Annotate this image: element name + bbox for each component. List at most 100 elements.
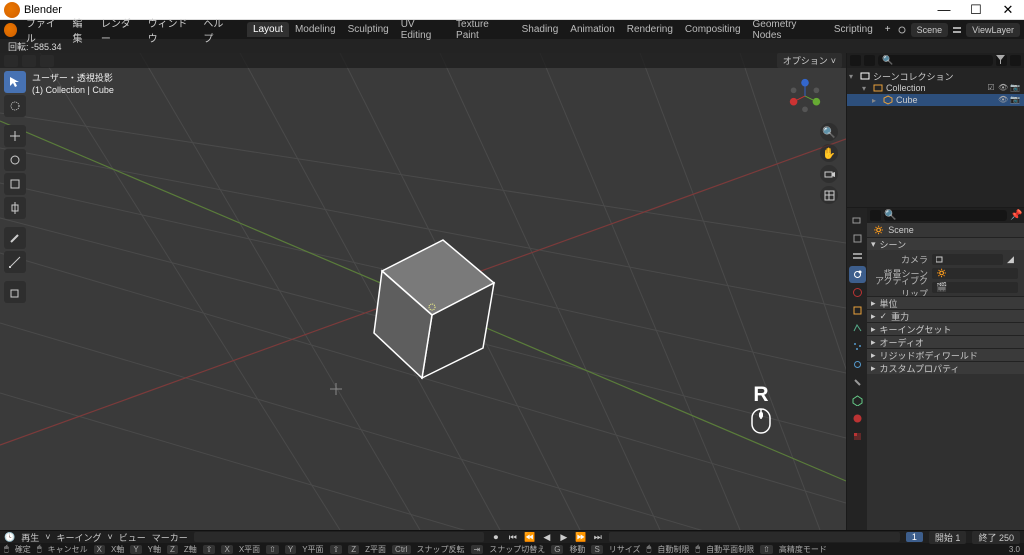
properties-panel: 🔍 📌 🔅 Scene ▾シーン カメラ◢ 背景シーン🔅 アクティブクリップ🎬 …: [847, 208, 1024, 530]
outliner-scene-collection[interactable]: ▾ シーンコレクション: [847, 70, 1024, 82]
panel-scene-header[interactable]: ▾シーン: [867, 237, 1024, 250]
outliner-search[interactable]: 🔍: [878, 55, 993, 66]
mouse-icon: [750, 407, 772, 435]
add-workspace-button[interactable]: +: [879, 24, 897, 35]
tool-annotate[interactable]: [4, 227, 26, 249]
rotation-value: 回転: -585.34: [8, 40, 62, 53]
outliner-collection[interactable]: ▾ Collection ☑👁📷: [847, 82, 1024, 94]
properties-search[interactable]: 🔍: [884, 210, 1007, 221]
panel-units-header[interactable]: ▸単位: [867, 296, 1024, 309]
play-button[interactable]: ▶: [558, 532, 569, 543]
tool-measure[interactable]: [4, 251, 26, 273]
viewport-nav-buttons: 🔍 ✋: [820, 123, 838, 204]
pan-button[interactable]: ✋: [820, 144, 838, 162]
panel-custom-header[interactable]: ▸カスタムプロパティ: [867, 361, 1024, 374]
workspace-tab-uv[interactable]: UV Editing: [395, 17, 450, 43]
scene-selector[interactable]: Scene: [911, 23, 949, 37]
current-frame[interactable]: 1: [906, 532, 923, 542]
menu-help[interactable]: ヘルプ: [198, 15, 236, 45]
camera-view-button[interactable]: [820, 165, 838, 183]
nav-gizmo[interactable]: [786, 77, 824, 115]
tool-select-box[interactable]: [4, 71, 26, 93]
timeline-editor-icon[interactable]: 🕓: [4, 532, 15, 543]
prop-tab-particle[interactable]: [849, 338, 866, 355]
prop-tab-render[interactable]: [849, 212, 866, 229]
prop-tab-material[interactable]: [849, 410, 866, 427]
play-reverse-button[interactable]: ◀: [541, 532, 552, 543]
prop-tab-texture[interactable]: [849, 428, 866, 445]
workspace-tab-modeling[interactable]: Modeling: [289, 22, 342, 37]
properties-editor-icon[interactable]: [870, 210, 881, 221]
tool-transform[interactable]: [4, 197, 26, 219]
panel-audio-header[interactable]: ▸オーディオ: [867, 335, 1024, 348]
zoom-button[interactable]: 🔍: [820, 123, 838, 141]
bg-scene-field[interactable]: 🔅: [932, 268, 1018, 279]
jump-end-button[interactable]: ⏭: [592, 532, 603, 543]
next-key-button[interactable]: ⏩: [575, 532, 586, 543]
properties-tab-column: [847, 208, 867, 530]
shading-icon[interactable]: [40, 55, 54, 67]
tool-cursor[interactable]: [4, 95, 26, 117]
properties-breadcrumb: 🔅 Scene: [867, 223, 1024, 237]
workspace-tab-geonodes[interactable]: Geometry Nodes: [747, 17, 828, 43]
tool-add-cube[interactable]: [4, 281, 26, 303]
options-dropdown[interactable]: オプション ˅: [777, 53, 842, 68]
workspace-tab-layout[interactable]: Layout: [247, 22, 289, 37]
prop-tab-viewlayer[interactable]: [849, 248, 866, 265]
workspace-tab-scripting[interactable]: Scripting: [828, 22, 879, 37]
workspace-tab-animation[interactable]: Animation: [564, 22, 620, 37]
workspace-tab-rendering[interactable]: Rendering: [621, 22, 679, 37]
start-frame[interactable]: 開始 1: [929, 531, 967, 544]
workspace-tab-sculpting[interactable]: Sculpting: [342, 22, 395, 37]
perspective-toggle-button[interactable]: [820, 186, 838, 204]
camera-field[interactable]: [932, 254, 1003, 265]
prop-tab-output[interactable]: [849, 230, 866, 247]
blender-logo-icon[interactable]: [4, 23, 17, 37]
properties-pin-icon[interactable]: 📌: [1010, 210, 1021, 221]
jump-start-button[interactable]: ⏮: [507, 532, 518, 543]
menu-edit[interactable]: 編集: [68, 15, 96, 45]
camera-pick-icon[interactable]: ◢: [1007, 254, 1018, 265]
menu-window[interactable]: ウィンドウ: [143, 15, 199, 45]
mode-selector[interactable]: [22, 55, 36, 67]
prop-tab-modifier[interactable]: [849, 320, 866, 337]
outliner-editor-icon[interactable]: [850, 55, 861, 66]
workspace-tab-shading[interactable]: Shading: [516, 22, 565, 37]
3d-viewport[interactable]: オプション ˅: [0, 53, 846, 530]
timeline-menu-view[interactable]: ビュー: [119, 531, 146, 544]
timeline-menu-marker[interactable]: マーカー: [152, 531, 188, 544]
viewlayer-selector[interactable]: ViewLayer: [966, 23, 1020, 37]
gravity-checkbox[interactable]: ✓: [880, 311, 888, 322]
menu-render[interactable]: レンダー: [96, 15, 143, 45]
timeline-menu-keying[interactable]: キーイング: [57, 531, 102, 544]
close-button[interactable]: ✕: [992, 0, 1024, 20]
autokey-button[interactable]: ⏺: [490, 532, 501, 543]
active-clip-field[interactable]: 🎬: [932, 282, 1018, 293]
panel-gravity-header[interactable]: ▸✓重力: [867, 309, 1024, 322]
outliner-filter-icon[interactable]: [996, 55, 1007, 66]
version-label: 3.0: [1009, 545, 1020, 554]
workspace-tab-texturepaint[interactable]: Texture Paint: [450, 17, 516, 43]
tool-move[interactable]: [4, 125, 26, 147]
end-frame[interactable]: 終了 250: [972, 531, 1020, 544]
outliner-display-mode[interactable]: [864, 55, 875, 66]
workspace-tab-compositing[interactable]: Compositing: [679, 22, 747, 37]
prop-tab-data[interactable]: [849, 392, 866, 409]
prev-key-button[interactable]: ⏪: [524, 532, 535, 543]
tool-rotate[interactable]: [4, 149, 26, 171]
prop-tab-constraint[interactable]: [849, 374, 866, 391]
outliner-tree[interactable]: ▾ シーンコレクション ▾ Collection ☑👁📷 ▸ Cube 👁📷: [847, 68, 1024, 207]
editor-type-icon[interactable]: [4, 55, 18, 67]
prop-tab-scene[interactable]: [849, 266, 866, 283]
prop-tab-world[interactable]: [849, 284, 866, 301]
panel-keying-header[interactable]: ▸キーイングセット: [867, 322, 1024, 335]
prop-tab-physics[interactable]: [849, 356, 866, 373]
prop-tab-object[interactable]: [849, 302, 866, 319]
minimize-button[interactable]: —: [928, 0, 960, 20]
outliner-new-collection[interactable]: [1010, 55, 1021, 66]
outliner-cube[interactable]: ▸ Cube 👁📷: [847, 94, 1024, 106]
panel-rigidbody-header[interactable]: ▸リジッドボディワールド: [867, 348, 1024, 361]
tool-scale[interactable]: [4, 173, 26, 195]
timeline-menu-playback[interactable]: 再生: [21, 531, 39, 544]
maximize-button[interactable]: ☐: [960, 0, 992, 20]
